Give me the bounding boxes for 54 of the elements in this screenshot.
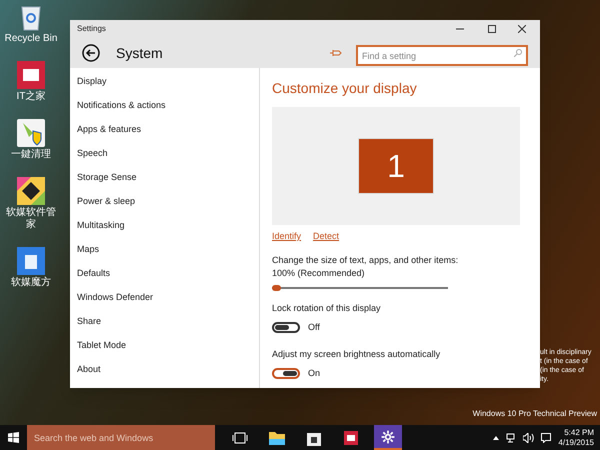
taskbar-search-field[interactable]: Search the web and Windows [27, 425, 215, 450]
settings-icon [381, 430, 395, 444]
toggle-label: Lock rotation of this display [272, 302, 382, 315]
search-icon [514, 48, 522, 56]
sidebar-item[interactable]: Display [77, 75, 107, 89]
sidebar-item[interactable]: Power & sleep [77, 195, 136, 209]
desktop-icon-label[interactable]: 软媒软件管家 [2, 207, 60, 231]
pin-icon[interactable] [330, 49, 342, 57]
task-view-icon [232, 432, 248, 444]
sidebar-item[interactable]: About [77, 363, 101, 377]
toggle-state: On [308, 367, 320, 380]
broom-shield-icon [17, 119, 45, 147]
toggle-switch[interactable] [272, 368, 300, 380]
sidebar-item[interactable]: Share [77, 315, 102, 329]
os-build-text: Windows 10 Pro Technical Preview [472, 408, 597, 420]
app-icon [17, 61, 45, 89]
desktop-icon-label[interactable]: Recycle Bin [4, 33, 58, 45]
network-icon[interactable] [506, 432, 516, 442]
sidebar-item[interactable]: Windows Defender [77, 291, 154, 305]
sidebar-item[interactable]: Speech [77, 147, 108, 161]
sidebar-item[interactable]: Notifications & actions [77, 99, 166, 113]
desktop-icon-label[interactable]: 一鍵清理 [11, 149, 51, 161]
desktop-icon-label[interactable]: 软媒魔方 [11, 277, 51, 289]
link[interactable]: Detect [313, 230, 340, 244]
link[interactable]: Identify [272, 230, 302, 244]
cube-app-icon [17, 247, 45, 275]
volume-icon[interactable] [523, 432, 534, 442]
taskbar-app-button[interactable] [374, 425, 402, 450]
toggle-state: Off [308, 321, 320, 334]
maximize-icon[interactable] [488, 25, 496, 33]
page-title: System [116, 44, 164, 63]
toggle-switch[interactable] [272, 322, 300, 334]
toggle-label: Adjust my screen brightness automatically [272, 348, 442, 361]
window-title: Settings [77, 23, 107, 35]
section-heading: Customize your display [272, 79, 418, 98]
clock-date: 4/19/2015 [558, 438, 594, 448]
app-icon [344, 430, 358, 444]
notification-icon[interactable] [541, 432, 552, 442]
sidebar-item[interactable]: Defaults [77, 267, 110, 281]
sidebar-item[interactable]: Multitasking [77, 219, 125, 233]
sidebar-item[interactable]: Maps [77, 243, 100, 257]
close-icon[interactable] [518, 25, 526, 33]
sidebar-item[interactable]: Tablet Mode [77, 339, 126, 353]
sidebar-item[interactable]: Apps & features [77, 123, 142, 137]
diamond-app-icon [17, 177, 45, 205]
windows-logo-icon [8, 432, 19, 443]
scale-label: Change the size of text, apps, and other items: 100% (Recommended) [272, 254, 460, 280]
monitor-tile[interactable]: 1 [358, 138, 434, 194]
search-field[interactable]: Find a setting [356, 45, 528, 66]
folder-icon [269, 430, 285, 444]
sidebar-item[interactable]: Storage Sense [77, 171, 137, 185]
clock-time: 5:42 PM [564, 428, 594, 438]
desktop-icon-label[interactable]: IT之家 [16, 91, 46, 103]
caret-up-icon[interactable] [493, 436, 500, 440]
